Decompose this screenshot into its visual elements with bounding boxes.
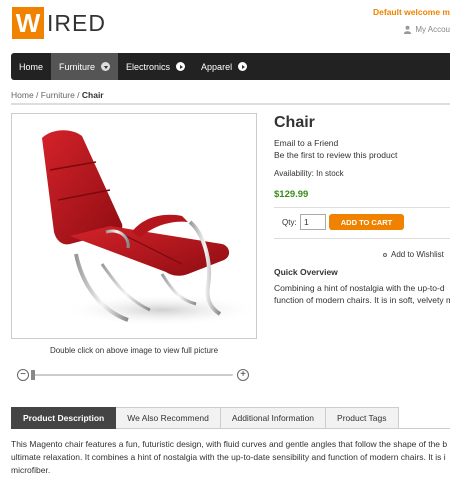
breadcrumb-separator: / <box>33 90 41 100</box>
welcome-message: Default welcome m <box>373 7 450 17</box>
nav-item-electronics[interactable]: Electronics <box>118 53 193 80</box>
logo-letter: W <box>12 7 44 39</box>
my-account-label: My Accou <box>415 25 450 34</box>
breadcrumb-furniture[interactable]: Furniture <box>41 90 75 100</box>
availability-status: Availability: In stock <box>274 169 344 178</box>
tab-we-also-recommend[interactable]: We Also Recommend <box>116 407 221 429</box>
image-caption: Double click on above image to view full… <box>49 346 219 355</box>
add-to-cart-button[interactable]: ADD TO CART <box>329 214 404 230</box>
review-link[interactable]: Be the first to review this product <box>274 150 397 160</box>
qty-label: Qty: <box>282 218 297 227</box>
product-image[interactable] <box>11 113 262 339</box>
zoom-track[interactable] <box>33 374 233 376</box>
qty-input[interactable]: 1 <box>300 214 326 230</box>
nav-item-apparel[interactable]: Apparel <box>193 53 255 80</box>
description-line: This Magento chair features a fun, futur… <box>11 439 448 449</box>
chevron-right-icon <box>176 62 186 71</box>
chevron-down-icon <box>101 62 111 71</box>
breadcrumb-separator: / <box>74 90 82 100</box>
store-logo[interactable]: W IRED <box>12 7 106 39</box>
product-title: Chair <box>274 114 315 131</box>
zoom-slider[interactable]: − + <box>17 368 249 382</box>
tab-product-tags[interactable]: Product Tags <box>326 407 399 429</box>
description-line: microfiber. <box>11 465 51 475</box>
bullet-icon <box>383 252 387 257</box>
add-to-wishlist-link[interactable]: Add to Wishlist <box>383 250 444 259</box>
email-friend-link[interactable]: Email to a Friend <box>274 138 338 148</box>
nav-item-home[interactable]: Home <box>11 53 51 80</box>
nav-item-label: Electronics <box>126 61 171 72</box>
zoom-in-icon[interactable]: + <box>237 369 249 381</box>
divider <box>11 103 450 105</box>
header: W IRED Default welcome m My Accou <box>0 0 450 52</box>
wishlist-label: Add to Wishlist <box>391 250 444 259</box>
add-to-cart-box: Qty: 1 ADD TO CART <box>274 207 450 239</box>
logo-text: IRED <box>47 9 106 36</box>
overview-line: Combining a hint of nostalgia with the u… <box>274 283 445 293</box>
my-account-link[interactable]: My Accou <box>403 25 450 34</box>
quick-overview-text: Combining a hint of nostalgia with the u… <box>274 282 450 306</box>
chevron-right-icon <box>238 62 248 71</box>
product-tabs: Product Description We Also Recommend Ad… <box>11 407 450 429</box>
quick-overview-heading: Quick Overview <box>274 267 338 277</box>
product-description: This Magento chair features a fun, futur… <box>11 438 450 477</box>
nav-item-label: Apparel <box>201 61 233 72</box>
main-nav: Home Furniture Electronics Apparel <box>11 53 450 80</box>
overview-line: function of modern chairs. It is in soft… <box>274 295 450 305</box>
tab-product-description[interactable]: Product Description <box>11 407 117 429</box>
chair-image <box>42 130 262 326</box>
description-line: ultimate relaxation. It combines a hint … <box>11 452 446 462</box>
nav-item-label: Furniture <box>59 61 96 72</box>
product-price: $129.99 <box>274 189 309 200</box>
zoom-handle[interactable] <box>31 370 35 380</box>
user-icon <box>404 25 412 34</box>
nav-item-furniture[interactable]: Furniture <box>51 53 119 80</box>
breadcrumb: Home / Furniture / Chair <box>11 90 104 100</box>
breadcrumb-current: Chair <box>81 90 104 100</box>
nav-item-label: Home <box>19 61 44 72</box>
breadcrumb-home[interactable]: Home <box>11 90 34 100</box>
zoom-out-icon[interactable]: − <box>17 369 29 381</box>
tab-additional-information[interactable]: Additional Information <box>220 407 327 429</box>
